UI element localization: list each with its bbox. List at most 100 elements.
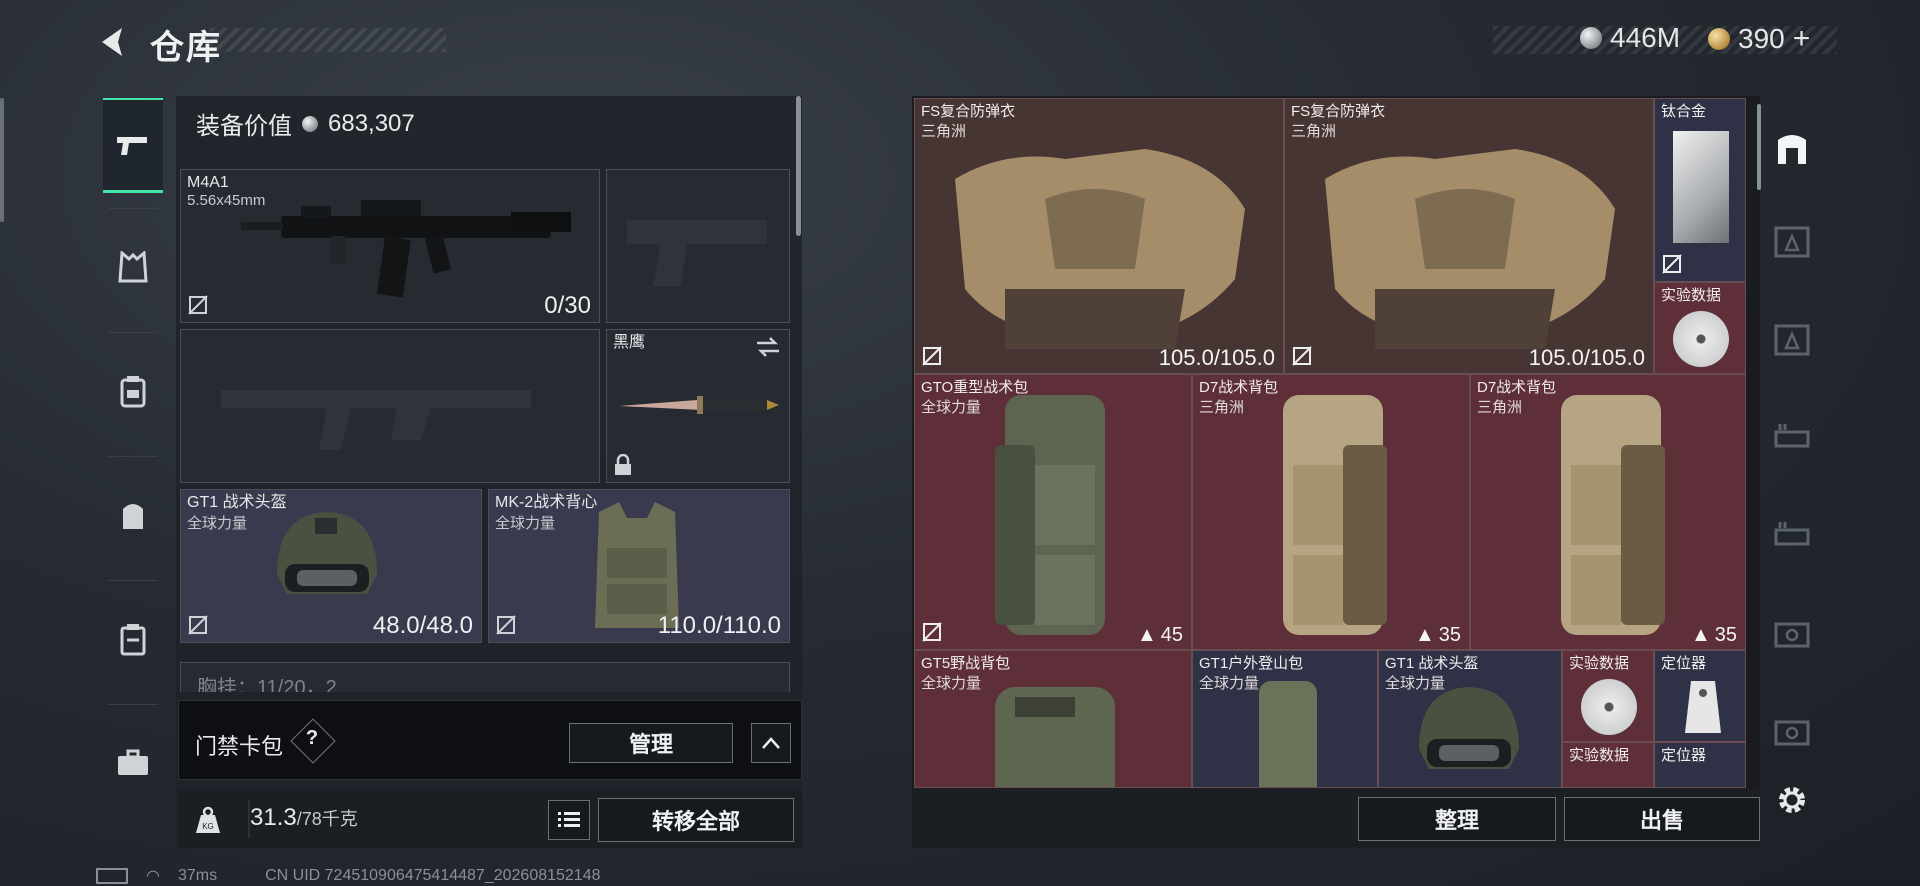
sidearm-slot[interactable] [606, 169, 790, 323]
stash-tab-4[interactable] [1768, 414, 1816, 462]
helmet-slot[interactable]: GT1 战术头盔 全球力量 48.0/48.0 [180, 489, 482, 643]
stash-item-fs-armor-1[interactable]: FS复合防弹衣 三角洲 105.0/105.0 [914, 98, 1284, 374]
nav-chest-rig[interactable] [103, 346, 163, 436]
capacity-badge: ▲ 45 [1137, 624, 1183, 647]
silver-coin-icon [1580, 27, 1602, 49]
keycard-pack-label: 门禁卡包 [195, 734, 284, 759]
stash-item-gt1-hiking-pack[interactable]: GT1户外登山包 全球力量 [1192, 650, 1378, 788]
backpack-image [995, 687, 1115, 787]
backpack-image [995, 395, 1105, 635]
stash-item-lab-data-3[interactable]: 实验数据 [1562, 742, 1654, 788]
weapon-name: M4A1 [187, 174, 229, 191]
safe-icon [1778, 135, 1806, 164]
chest-rig-slot[interactable]: 胸挂：11/20，2 [180, 662, 790, 692]
melee-slot[interactable]: 黑鹰 [606, 329, 790, 483]
nav-case[interactable] [103, 718, 163, 808]
body-armor-slot[interactable]: MK-2战术背心 全球力量 110.0/110.0 [488, 489, 790, 643]
stash-tab-7[interactable] [1768, 708, 1816, 756]
chest-rig-icon [120, 376, 146, 408]
helmet-source: 全球力量 [187, 515, 248, 532]
swap-arrows-icon[interactable] [755, 336, 781, 358]
side-scroll-indicator [0, 98, 4, 222]
stash-tab-3[interactable] [1768, 316, 1816, 364]
no-insure-icon [188, 615, 208, 635]
svg-text:KG: KG [202, 822, 214, 831]
weight-max: /78千克 [296, 809, 358, 829]
primary-weapon-slot[interactable]: M4A1 5.56x45mm 0/30 [180, 169, 600, 323]
item-source: 三角洲 [1477, 399, 1523, 416]
loadout-scrollbar[interactable] [796, 96, 801, 236]
item-name: FS复合防弹衣 [921, 103, 1016, 120]
settings-button[interactable] [1768, 776, 1816, 824]
stash-item-d7-pack-2[interactable]: D7战术背包 三角洲 ▲ 35 [1470, 374, 1746, 650]
item-source: 全球力量 [921, 399, 982, 416]
secondary-weapon-slot[interactable] [180, 329, 600, 483]
item-capacity: 45 [1160, 624, 1183, 646]
silver-coin-icon [302, 115, 318, 132]
stash-item-lab-data-2[interactable]: 实验数据 [1562, 650, 1654, 742]
page-title: 仓库 [150, 29, 222, 67]
backpack-small-icon: ▲ [1690, 624, 1711, 646]
back-arrow-icon[interactable] [92, 22, 132, 62]
collapse-button[interactable] [751, 723, 791, 763]
battery-icon [96, 868, 128, 884]
nav-pouch[interactable] [103, 594, 163, 684]
weight-bar: KG 31.3/78千克 转移全部 [178, 790, 802, 848]
weight-readout: 31.3/78千克 [250, 804, 358, 832]
stash-tab-main[interactable] [1768, 124, 1816, 172]
stash-item-lab-data-1[interactable]: 实验数据 [1654, 282, 1746, 374]
vest-durability: 110.0/110.0 [657, 612, 781, 639]
stash-item-fs-armor-2[interactable]: FS复合防弹衣 三角洲 105.0/105.0 [1284, 98, 1654, 374]
backpack-icon [123, 504, 143, 529]
tier-ii-alt-icon [1774, 324, 1810, 356]
stash-item-locator-2[interactable]: 定位器 [1654, 742, 1746, 788]
stash-item-gt5-pack[interactable]: GT5野战背包 全球力量 [914, 650, 1192, 788]
equipment-value-row: 装备价值 683,307 [196, 106, 415, 141]
loadout-category-nav [100, 92, 166, 832]
stash-tab-2[interactable] [1768, 218, 1816, 266]
helmet-image [277, 512, 377, 594]
list-view-button[interactable] [548, 800, 590, 840]
pistol-icon [117, 137, 147, 155]
stash-item-locator-1[interactable]: 定位器 [1654, 650, 1746, 742]
item-name: 实验数据 [1569, 655, 1630, 672]
gold-amount: 390 [1738, 23, 1785, 54]
no-insure-icon [922, 346, 942, 366]
item-name: 定位器 [1661, 747, 1707, 764]
item-name: GT1 战术头盔 [1385, 655, 1479, 672]
stash-tab-5[interactable] [1768, 512, 1816, 560]
stash-item-gt1-helmet[interactable]: GT1 战术头盔 全球力量 [1378, 650, 1562, 788]
manage-button[interactable]: 管理 [569, 723, 733, 763]
status-footer: ◠ 37ms CN UID 724510906475414487_2026081… [96, 866, 601, 886]
wifi-icon: ◠ [146, 868, 160, 885]
stash-tab-6[interactable] [1768, 610, 1816, 658]
nav-backpack[interactable] [103, 470, 163, 560]
gear-icon [1779, 787, 1805, 813]
item-name: 定位器 [1661, 655, 1707, 672]
stash-item-titanium[interactable]: 钛合金 [1654, 98, 1746, 282]
titanium-ingot-image [1673, 131, 1729, 243]
sell-button[interactable]: 出售 [1564, 797, 1760, 841]
no-insure-icon [1292, 346, 1312, 366]
backpack-image [1283, 395, 1387, 635]
armor-vest-image [1325, 149, 1615, 349]
nav-weapons[interactable] [103, 98, 163, 193]
stash-item-gto-pack[interactable]: GTO重型战术包 全球力量 ▲ 45 [914, 374, 1192, 650]
tier-iv-icon [1774, 720, 1810, 746]
keycard-pack-bar: 门禁卡包 ? 管理 [178, 700, 802, 780]
chevron-up-icon [762, 737, 780, 749]
item-source: 三角洲 [1199, 399, 1245, 416]
gold-coin-icon [1708, 28, 1730, 50]
ping-readout: 37ms [177, 867, 218, 884]
stash-scrollbar[interactable] [1757, 104, 1761, 190]
melee-name: 黑鹰 [613, 334, 646, 351]
sort-button[interactable]: 整理 [1358, 797, 1556, 841]
add-currency-button[interactable]: + [1793, 22, 1811, 56]
transfer-all-button[interactable]: 转移全部 [598, 798, 794, 842]
pistol-placeholder-icon [627, 220, 767, 286]
locator-tag-image [1685, 681, 1721, 733]
stash-item-d7-pack-1[interactable]: D7战术背包 三角洲 ▲ 35 [1192, 374, 1470, 650]
item-source: 全球力量 [1199, 675, 1260, 692]
item-source: 三角洲 [921, 123, 967, 140]
nav-armor[interactable] [103, 222, 163, 312]
